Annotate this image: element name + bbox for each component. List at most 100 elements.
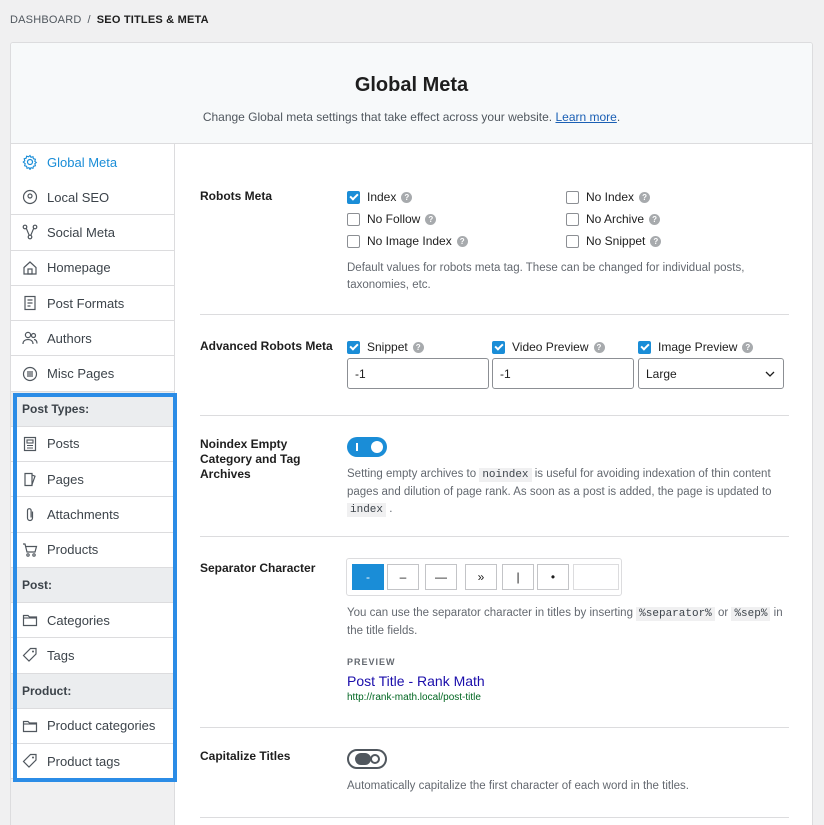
sidebar-item-label: Pages	[47, 471, 84, 487]
desc-text: Setting empty archives to	[347, 468, 477, 480]
separator-option-en-dash[interactable]: –	[387, 564, 419, 590]
checkbox-label: No Index	[586, 190, 635, 204]
capitalize-toggle[interactable]	[347, 749, 387, 769]
desc-text: or	[718, 607, 729, 619]
sidebar-item-product-categories[interactable]: Product categories	[11, 708, 174, 744]
sidebar-item-post-formats[interactable]: Post Formats	[11, 285, 174, 322]
checkbox-box[interactable]	[492, 340, 505, 354]
help-icon[interactable]: ?	[649, 213, 661, 225]
preview-title: Post Title - Rank Math	[347, 673, 485, 689]
settings-content: Robots Meta Index? No Index? No Follow? …	[200, 144, 789, 818]
checkbox-label: No Image Index	[367, 234, 452, 248]
checkbox-box[interactable]	[566, 234, 579, 248]
advanced-robots-row: Advanced Robots Meta Snippet? Video Prev…	[200, 315, 789, 416]
breadcrumb-current: SEO TITLES & META	[96, 14, 209, 26]
robots-noimageindex-checkbox[interactable]: No Image Index?	[347, 234, 468, 248]
folder-icon	[22, 720, 38, 732]
checkbox-label: No Snippet	[586, 234, 646, 248]
toggle-on-mark	[356, 443, 358, 451]
sidebar-item-label: Categories	[47, 612, 110, 628]
checkbox-box[interactable]	[566, 190, 579, 204]
sidebar-item-label: Local SEO	[47, 189, 110, 205]
robots-noarchive-checkbox[interactable]: No Archive?	[566, 212, 661, 226]
separator-custom-input[interactable]	[573, 564, 619, 590]
sidebar-item-local-seo[interactable]: Local SEO	[11, 180, 174, 216]
robots-nofollow-checkbox[interactable]: No Follow?	[347, 212, 437, 226]
help-icon[interactable]: ?	[593, 341, 605, 353]
breadcrumb-separator: /	[87, 14, 91, 26]
share-nodes-icon	[22, 225, 38, 240]
checkbox-label: Index	[367, 190, 397, 204]
separator-option-hyphen[interactable]: -	[352, 564, 384, 590]
separator-description: You can use the separator character in t…	[347, 605, 787, 640]
separator-option-pipe[interactable]: |	[502, 564, 534, 590]
select-value: Large	[646, 366, 677, 381]
breadcrumb: DASHBOARD / SEO TITLES & META	[10, 14, 209, 26]
description-suffix: .	[616, 110, 621, 124]
robots-meta-label: Robots Meta	[200, 189, 272, 203]
help-icon[interactable]: ?	[456, 235, 468, 247]
capitalize-row: Capitalize Titles Automatically capitali…	[200, 728, 789, 818]
help-icon[interactable]: ?	[412, 341, 424, 353]
sidebar-item-label: Global Meta	[47, 154, 118, 170]
checkbox-box[interactable]	[347, 340, 360, 354]
robots-noindex-checkbox[interactable]: No Index?	[566, 190, 651, 204]
noindex-empty-row: Noindex Empty Category and Tag Archives …	[200, 416, 789, 537]
noindex-empty-toggle[interactable]	[347, 437, 387, 457]
sidebar-item-global-meta[interactable]: Global Meta	[11, 144, 174, 180]
checkbox-box[interactable]	[566, 212, 579, 226]
group-post: Post:	[11, 567, 174, 603]
separator-row: Separator Character - – — » | • You can …	[200, 537, 789, 728]
checkbox-box[interactable]	[347, 234, 360, 248]
group-post-types: Post Types:	[11, 391, 174, 427]
sidebar-item-label: Attachments	[47, 507, 120, 523]
checkbox-box[interactable]	[347, 212, 360, 226]
separator-option-raquo[interactable]: »	[465, 564, 497, 590]
document-icon	[24, 295, 36, 311]
sidebar-item-label: Product tags	[47, 753, 120, 769]
sidebar-item-attachments[interactable]: Attachments	[11, 497, 174, 533]
code-noindex: noindex	[479, 468, 532, 482]
checkbox-box[interactable]	[638, 340, 651, 354]
sidebar-item-social-meta[interactable]: Social Meta	[11, 215, 174, 251]
paperclip-icon	[26, 507, 34, 521]
help-icon[interactable]: ?	[650, 235, 662, 247]
image-preview-checkbox[interactable]: Image Preview?	[638, 340, 754, 354]
learn-more-link[interactable]: Learn more	[555, 110, 616, 124]
video-preview-checkbox[interactable]: Video Preview?	[492, 340, 605, 354]
checkbox-label: Video Preview	[512, 340, 589, 354]
sidebar-item-pages[interactable]: Pages	[11, 462, 174, 498]
sidebar-item-homepage[interactable]: Homepage	[11, 250, 174, 286]
snippet-length-input[interactable]: -1	[347, 358, 489, 389]
sidebar-item-posts[interactable]: Posts	[11, 426, 174, 463]
checkbox-box[interactable]	[347, 190, 360, 204]
sidebar-item-product-tags[interactable]: Product tags	[11, 743, 174, 780]
video-preview-input[interactable]: -1	[492, 358, 634, 389]
noindex-empty-description: Setting empty archives to noindex is use…	[347, 466, 787, 519]
separator-option-em-dash[interactable]: —	[425, 564, 457, 590]
sidebar-item-authors[interactable]: Authors	[11, 321, 174, 357]
image-preview-select[interactable]: Large	[638, 358, 784, 389]
help-icon[interactable]: ?	[639, 191, 651, 203]
sidebar-item-misc-pages[interactable]: Misc Pages	[11, 356, 174, 392]
snippet-checkbox[interactable]: Snippet?	[347, 340, 424, 354]
sidebar-item-products[interactable]: Products	[11, 532, 174, 568]
help-icon[interactable]: ?	[742, 341, 754, 353]
checkbox-label: No Follow	[367, 212, 421, 226]
code-separator: %separator%	[636, 607, 715, 621]
help-icon[interactable]: ?	[425, 213, 437, 225]
location-pin-icon	[22, 190, 38, 205]
sidebar-item-label: Authors	[47, 330, 92, 346]
chevron-down-icon	[765, 371, 775, 377]
users-icon	[22, 332, 38, 345]
sidebar-item-categories[interactable]: Categories	[11, 602, 174, 639]
breadcrumb-root[interactable]: DASHBOARD	[10, 14, 81, 26]
description-text: Change Global meta settings that take ef…	[202, 110, 553, 124]
sidebar-item-label: Homepage	[47, 260, 111, 276]
separator-option-bullet[interactable]: •	[537, 564, 569, 590]
sidebar-item-tags[interactable]: Tags	[11, 638, 174, 674]
robots-index-checkbox[interactable]: Index?	[347, 190, 413, 204]
robots-nosnippet-checkbox[interactable]: No Snippet?	[566, 234, 662, 248]
help-icon[interactable]: ?	[401, 191, 413, 203]
separator-label: Separator Character	[200, 561, 316, 575]
